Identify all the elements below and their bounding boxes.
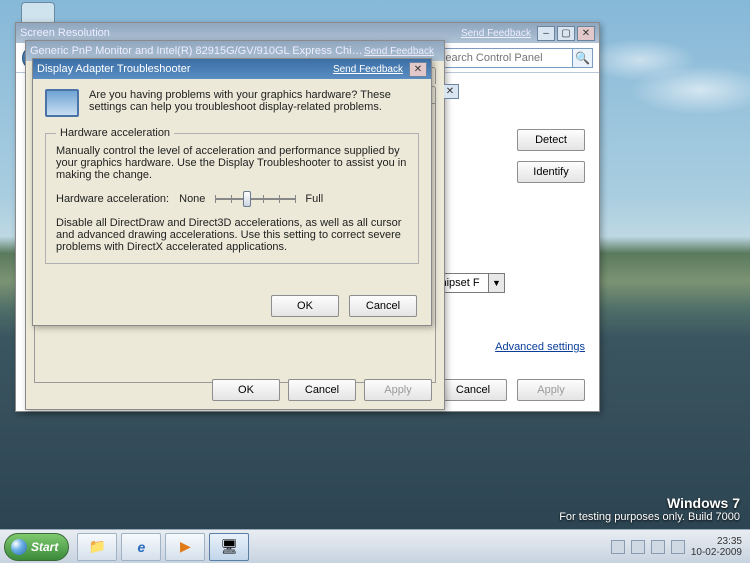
ie-icon: e — [137, 539, 145, 555]
chevron-down-icon[interactable]: ▼ — [489, 273, 505, 293]
clock-date: 10-02-2009 — [691, 547, 742, 558]
watermark-line2: For testing purposes only. Build 7000 — [559, 511, 740, 523]
apply-button[interactable]: Apply — [517, 379, 585, 401]
clock-time: 23:35 — [691, 536, 742, 547]
maximize-button[interactable]: ▢ — [557, 26, 575, 41]
monitor-icon — [45, 89, 79, 117]
group-legend: Hardware acceleration — [56, 127, 174, 139]
start-button[interactable]: Start — [4, 533, 69, 561]
search-go-button[interactable]: 🔍 — [573, 48, 593, 68]
tray-security-icon[interactable] — [631, 540, 645, 554]
send-feedback-link[interactable]: Send Feedback — [333, 64, 403, 75]
taskbar: Start 📁 e ▶ 🖥 23:35 10-02-2009 — [0, 529, 750, 563]
accel-label: Hardware acceleration: — [56, 193, 169, 205]
folder-icon: 📁 — [89, 538, 106, 555]
manual-control-text: Manually control the level of accelerati… — [56, 145, 408, 181]
hardware-acceleration-slider[interactable] — [215, 189, 295, 209]
ok-button[interactable]: OK — [212, 379, 280, 401]
taskbar-control-panel[interactable]: 🖥 — [209, 533, 249, 561]
media-player-icon: ▶ — [180, 538, 191, 555]
window-title: Generic PnP Monitor and Intel(R) 82915G/… — [30, 45, 364, 57]
tray-show-hidden-icon[interactable] — [611, 540, 625, 554]
ok-button[interactable]: OK — [271, 295, 339, 317]
apply-button[interactable]: Apply — [364, 379, 432, 401]
taskbar-clock[interactable]: 23:35 10-02-2009 — [691, 536, 742, 558]
cancel-button[interactable]: Cancel — [349, 295, 417, 317]
cancel-button[interactable]: Cancel — [288, 379, 356, 401]
windows-orb-icon — [11, 539, 27, 555]
identify-button[interactable]: Identify — [517, 161, 585, 183]
slider-max-label: Full — [305, 193, 323, 205]
system-tray: 23:35 10-02-2009 — [603, 530, 750, 563]
troubleshooter-titlebar[interactable]: Display Adapter Troubleshooter Send Feed… — [33, 59, 431, 79]
cancel-button[interactable]: Cancel — [439, 379, 507, 401]
search-input[interactable] — [433, 48, 573, 68]
troubleshooter-window: Display Adapter Troubleshooter Send Feed… — [32, 58, 432, 326]
taskbar-media-player[interactable]: ▶ — [165, 533, 205, 561]
taskbar-ie[interactable]: e — [121, 533, 161, 561]
start-label: Start — [31, 540, 58, 554]
window-title: Screen Resolution — [20, 27, 461, 39]
tray-volume-icon[interactable] — [671, 540, 685, 554]
taskbar-explorer[interactable]: 📁 — [77, 533, 117, 561]
slider-thumb[interactable] — [243, 191, 251, 207]
intro-text: Are you having problems with your graphi… — [89, 89, 419, 117]
window-title: Display Adapter Troubleshooter — [37, 63, 333, 75]
display-settings-icon: 🖥 — [220, 538, 238, 555]
close-button[interactable]: ✕ — [409, 62, 427, 77]
minimize-button[interactable]: – — [537, 26, 555, 41]
windows-watermark: Windows 7 For testing purposes only. Bui… — [559, 495, 740, 523]
send-feedback-link[interactable]: Send Feedback — [461, 28, 531, 39]
disable-accel-text: Disable all DirectDraw and Direct3D acce… — [56, 217, 408, 253]
close-button[interactable]: ✕ — [577, 26, 595, 41]
hardware-acceleration-group: Hardware acceleration Manually control t… — [45, 127, 419, 264]
send-feedback-link[interactable]: Send Feedback — [364, 46, 434, 57]
tray-network-icon[interactable] — [651, 540, 665, 554]
watermark-line1: Windows 7 — [559, 495, 740, 511]
detect-button[interactable]: Detect — [517, 129, 585, 151]
advanced-settings-link[interactable]: Advanced settings — [495, 341, 585, 353]
slider-min-label: None — [179, 193, 205, 205]
